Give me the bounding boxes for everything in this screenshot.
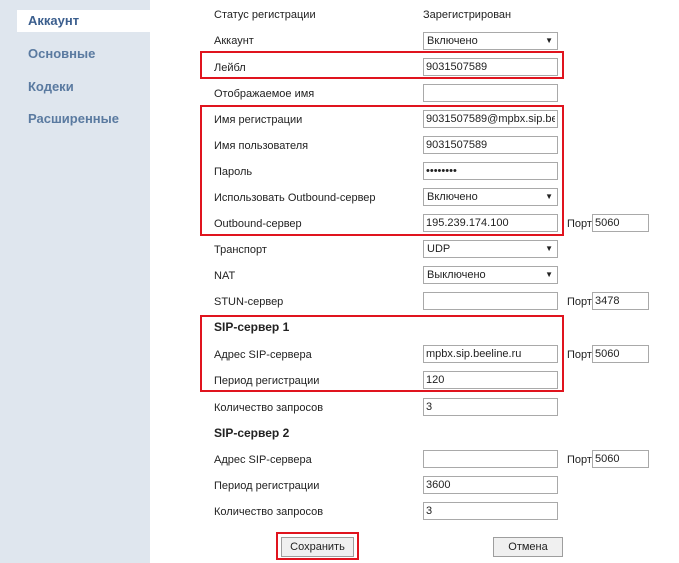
sidebar: Аккаунт Основные Кодеки Расширенные [0,0,150,563]
sip2-period-label: Период регистрации [214,480,320,492]
sip2-requests-input[interactable] [423,502,558,520]
outbound-port-input[interactable] [592,214,649,232]
sip2-period-input[interactable] [423,476,558,494]
username-input[interactable] [423,136,558,154]
reg-status-value: Зарегистрирован [423,9,512,21]
outbound-label: Outbound-сервер [214,218,302,230]
use-outbound-select[interactable]: Включено ▼ [423,188,558,206]
reg-name-input[interactable] [423,110,558,128]
sip2-address-input[interactable] [423,450,558,468]
label-input[interactable] [423,58,558,76]
sip1-requests-input[interactable] [423,398,558,416]
sip2-port-label: Порт [567,454,592,466]
account-select[interactable]: Включено ▼ [423,32,558,50]
sidebar-item-advanced[interactable]: Расширенные [17,108,145,130]
cancel-button[interactable]: Отмена [493,537,563,557]
account-label: Аккаунт [214,35,254,47]
sip2-title: SIP-сервер 2 [214,426,290,440]
sidebar-item-account[interactable]: Аккаунт [17,10,150,32]
stun-port-input[interactable] [592,292,649,310]
sip1-address-input[interactable] [423,345,558,363]
save-button[interactable]: Сохранить [281,537,354,557]
username-label: Имя пользователя [214,140,309,152]
use-outbound-select-value: Включено [427,191,478,203]
transport-select[interactable]: UDP ▼ [423,240,558,258]
chevron-down-icon: ▼ [545,192,553,201]
reg-status-label: Статус регистрации [214,9,316,21]
transport-label: Транспорт [214,244,267,256]
sip1-requests-label: Количество запросов [214,402,324,414]
use-outbound-label: Использовать Outbound-сервер [214,192,376,204]
stun-port-label: Порт [567,296,592,308]
outbound-input[interactable] [423,214,558,232]
account-settings-form: Статус регистрации Зарегистрирован Аккау… [150,0,679,563]
reg-name-label: Имя регистрации [214,114,303,126]
stun-label: STUN-сервер [214,296,284,308]
outbound-port-label: Порт [567,218,592,230]
label-field-label: Лейбл [214,62,246,74]
nat-select[interactable]: Выключено ▼ [423,266,558,284]
sidebar-item-general[interactable]: Основные [17,43,145,65]
sidebar-item-codecs[interactable]: Кодеки [17,76,145,98]
password-label: Пароль [214,166,253,178]
sip1-period-label: Период регистрации [214,375,320,387]
sip2-requests-label: Количество запросов [214,506,324,518]
sip1-period-input[interactable] [423,371,558,389]
display-name-label: Отображаемое имя [214,88,315,100]
chevron-down-icon: ▼ [545,244,553,253]
nat-select-value: Выключено [427,269,486,281]
account-select-value: Включено [427,35,478,47]
transport-select-value: UDP [427,243,451,255]
password-input[interactable] [423,162,558,180]
nat-label: NAT [214,270,236,282]
sip1-port-input[interactable] [592,345,649,363]
display-name-input[interactable] [423,84,558,102]
stun-input[interactable] [423,292,558,310]
sip1-address-label: Адрес SIP-сервера [214,349,312,361]
chevron-down-icon: ▼ [545,36,553,45]
sip2-port-input[interactable] [592,450,649,468]
sip2-address-label: Адрес SIP-сервера [214,454,312,466]
sip1-title: SIP-сервер 1 [214,320,290,334]
chevron-down-icon: ▼ [545,270,553,279]
sip1-port-label: Порт [567,349,592,361]
